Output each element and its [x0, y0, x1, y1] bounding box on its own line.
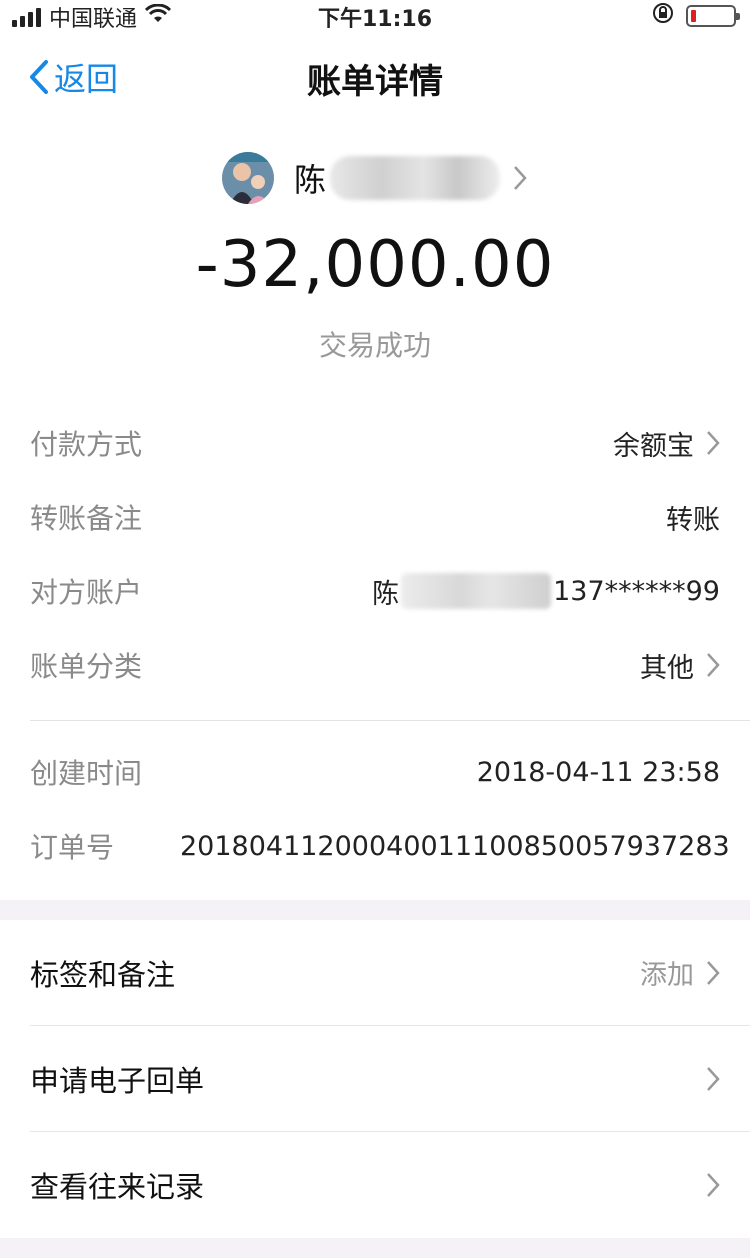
counterparty-account-value: 陈 137******99	[190, 572, 720, 611]
chevron-right-icon	[707, 653, 720, 677]
add-link: 添加	[640, 960, 694, 991]
chevron-right-icon	[514, 166, 527, 190]
detail-row-created-time: 创建时间 2018-04-11 23:58	[0, 735, 750, 809]
detail-row-counterparty-account: 对方账户 陈 137******99	[0, 554, 750, 628]
detail-value: 余额宝	[190, 424, 720, 463]
action-label: 标签和备注	[30, 957, 176, 992]
detail-row-payment-method[interactable]: 付款方式 余额宝	[0, 406, 750, 480]
transaction-amount: -32,000.00	[195, 228, 555, 302]
orientation-lock-icon	[652, 2, 674, 30]
action-tags-and-notes[interactable]: 标签和备注 添加	[0, 920, 750, 1025]
detail-value: 其他	[190, 646, 720, 685]
account-name-prefix: 陈	[372, 578, 400, 610]
action-value	[694, 1066, 720, 1092]
transaction-status: 交易成功	[318, 329, 431, 362]
action-label: 查看往来记录	[30, 1169, 205, 1204]
account-number: 137******99	[553, 575, 720, 607]
redacted-account	[401, 573, 552, 609]
action-view-history[interactable]: 查看往来记录	[0, 1132, 750, 1237]
chevron-right-icon	[707, 1172, 720, 1197]
payee-name: 陈	[293, 161, 326, 199]
avatar	[221, 152, 274, 204]
category-value: 其他	[640, 652, 694, 684]
status-right	[652, 2, 740, 30]
chevron-right-icon	[707, 960, 720, 985]
detail-label: 对方账户	[30, 576, 143, 609]
order-number-value: 20180411200040011100850057937283	[180, 830, 730, 862]
redacted-name	[330, 156, 500, 200]
chevron-right-icon	[707, 1066, 720, 1091]
detail-list: 付款方式 余额宝 转账备注 转账 对方账户 陈 137******99 账单分类	[0, 406, 750, 883]
action-label: 申请电子回单	[30, 1063, 205, 1098]
nav-bar: 返回 账单详情	[0, 28, 750, 124]
action-value	[694, 1172, 720, 1198]
battery-icon	[686, 5, 740, 27]
detail-row-transfer-note: 转账备注 转账	[0, 480, 750, 554]
detail-label: 创建时间	[30, 757, 143, 790]
bill-detail-card: 陈 -32,000.00 交易成功 付款方式 余额宝 转账备注 转账 对方账户 …	[0, 124, 750, 900]
status-bar: 中国联通 下午11:16	[0, 0, 750, 32]
action-request-e-receipt[interactable]: 申请电子回单	[0, 1026, 750, 1131]
detail-label: 转账备注	[30, 502, 143, 535]
detail-label: 账单分类	[30, 650, 143, 683]
action-value: 添加	[640, 953, 720, 992]
chevron-right-icon	[707, 431, 720, 455]
created-time-value: 2018-04-11 23:58	[476, 756, 720, 788]
detail-label: 付款方式	[30, 428, 143, 461]
page-title: 账单详情	[307, 62, 443, 102]
transfer-note-value: 转账	[666, 504, 720, 536]
payment-method-value: 余额宝	[613, 430, 694, 462]
payee-row[interactable]: 陈	[0, 148, 750, 208]
detail-row-order-number: 订单号 20180411200040011100850057937283	[0, 809, 750, 883]
detail-label: 订单号	[30, 831, 115, 864]
detail-row-category[interactable]: 账单分类 其他	[0, 628, 750, 702]
divider	[30, 720, 750, 721]
actions-list: 标签和备注 添加 申请电子回单 查看往来记录	[0, 920, 750, 1238]
